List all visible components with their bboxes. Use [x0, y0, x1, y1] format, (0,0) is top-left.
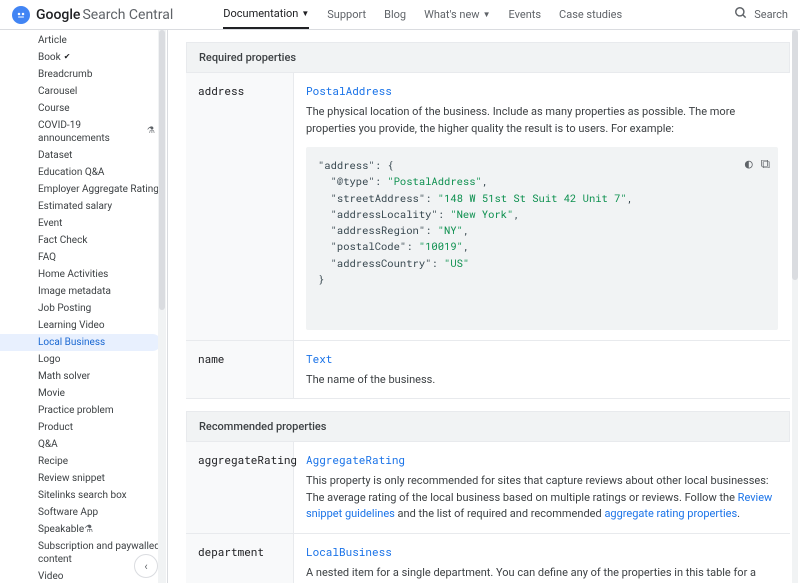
sidebar-item-speakable[interactable]: Speakable ⚗ — [0, 521, 167, 538]
property-name: aggregateRating — [186, 442, 294, 533]
type-link-localbusiness[interactable]: LocalBusiness — [306, 544, 392, 559]
flask-icon: ⚗ — [84, 523, 93, 536]
property-department: department LocalBusiness A nested item f… — [186, 534, 790, 583]
sidebar-item-review-snippet[interactable]: Review snippet — [0, 470, 167, 487]
sidebar-item-math-solver[interactable]: Math solver — [0, 368, 167, 385]
sidebar-item-learning-video[interactable]: Learning Video — [0, 317, 167, 334]
property-body: LocalBusiness A nested item for a single… — [294, 534, 790, 583]
nav-documentation[interactable]: Documentation▼ — [223, 0, 309, 29]
property-body: AggregateRating This property is only re… — [294, 442, 790, 533]
sidebar-item-dataset[interactable]: Dataset — [0, 147, 167, 164]
sidebar-item-sitelinks-search-box[interactable]: Sitelinks search box — [0, 487, 167, 504]
sidebar-item-local-business[interactable]: Local Business — [0, 334, 161, 351]
search-icon — [734, 6, 748, 23]
sidebar-item-estimated-salary[interactable]: Estimated salary — [0, 198, 167, 215]
sidebar-item-job-posting[interactable]: Job Posting — [0, 300, 167, 317]
sidebar-item-employer-aggregate-rating[interactable]: Employer Aggregate Rating — [0, 181, 167, 198]
recommended-properties-header: Recommended properties — [186, 411, 790, 442]
nav-case-studies[interactable]: Case studies — [559, 0, 622, 29]
property-name: name — [186, 341, 294, 399]
sidebar-item-covid-19-announcements[interactable]: COVID-19 announcements⚗ — [0, 117, 167, 147]
type-link-postaladdress[interactable]: PostalAddress — [306, 83, 392, 98]
chevron-down-icon: ▼ — [483, 10, 491, 19]
nav-whats-new[interactable]: What's new▼ — [424, 0, 490, 29]
collapse-sidebar-button[interactable]: ‹ — [134, 554, 158, 578]
property-description: The physical location of the business. I… — [306, 104, 778, 137]
type-link-text[interactable]: Text — [306, 351, 332, 366]
theme-toggle-icon[interactable]: ◐ — [745, 153, 753, 173]
verified-badge-icon: ✔ — [64, 52, 71, 62]
sidebar-item-software-app[interactable]: Software App — [0, 504, 167, 521]
code-example: "address": { "@type": "PostalAddress", "… — [306, 147, 778, 330]
sidebar-item-image-metadata[interactable]: Image metadata — [0, 283, 167, 300]
property-body: PostalAddress The physical location of t… — [294, 73, 790, 340]
search[interactable]: Search — [734, 6, 788, 23]
sidebar-item-book[interactable]: Book✔ — [0, 49, 167, 66]
main-scroll-thumb[interactable] — [792, 30, 798, 280]
main-content: Required properties address PostalAddres… — [168, 30, 800, 583]
property-address: address PostalAddress The physical locat… — [186, 73, 790, 341]
sidebar-item-event[interactable]: Event — [0, 215, 167, 232]
google-robot-icon — [12, 6, 30, 24]
sidebar-scrollbar[interactable] — [158, 30, 166, 583]
copy-icon[interactable]: ⧉ — [761, 153, 770, 173]
primary-nav: Documentation▼ Support Blog What's new▼ … — [223, 0, 622, 29]
nav-support[interactable]: Support — [327, 0, 366, 29]
sidebar-item-recipe[interactable]: Recipe — [0, 453, 167, 470]
type-link-aggregaterating[interactable]: AggregateRating — [306, 452, 405, 467]
sidebar-item-practice-problem[interactable]: Practice problem — [0, 402, 167, 419]
sidebar-item-movie[interactable]: Movie — [0, 385, 167, 402]
logo[interactable]: GoogleSearch Central — [12, 6, 173, 24]
property-name: address — [186, 73, 294, 340]
property-name: department — [186, 534, 294, 583]
sidebar-item-carousel[interactable]: Carousel — [0, 83, 167, 100]
top-header: GoogleSearch Central Documentation▼ Supp… — [0, 0, 800, 30]
sidebar-item-product[interactable]: Product — [0, 419, 167, 436]
sidebar-item-article[interactable]: Article — [0, 32, 167, 49]
property-description: This property is only recommended for si… — [306, 473, 778, 523]
sidebar: ArticleBook✔BreadcrumbCarouselCourseCOVI… — [0, 30, 168, 583]
sidebar-item-education-q-a[interactable]: Education Q&A — [0, 164, 167, 181]
property-description: The name of the business. — [306, 372, 778, 389]
nav-events[interactable]: Events — [508, 0, 541, 29]
required-properties-header: Required properties — [186, 42, 790, 73]
nav-blog[interactable]: Blog — [384, 0, 406, 29]
code-actions: ◐ ⧉ — [745, 153, 770, 173]
sidebar-item-course[interactable]: Course — [0, 100, 167, 117]
property-body: Text The name of the business. — [294, 341, 790, 399]
property-description: A nested item for a single department. Y… — [306, 565, 778, 583]
main-scrollbar[interactable] — [792, 30, 798, 583]
sidebar-item-logo[interactable]: Logo — [0, 351, 167, 368]
sidebar-item-faq[interactable]: FAQ — [0, 249, 167, 266]
aggregate-rating-properties-link[interactable]: aggregate rating properties — [604, 507, 737, 520]
sidebar-item-q-a[interactable]: Q&A — [0, 436, 167, 453]
sidebar-item-fact-check[interactable]: Fact Check — [0, 232, 167, 249]
search-label: Search — [754, 8, 788, 21]
property-name-row: name Text The name of the business. — [186, 341, 790, 400]
sidebar-item-home-activities[interactable]: Home Activities — [0, 266, 167, 283]
sidebar-scroll-thumb[interactable] — [159, 30, 165, 310]
logo-text: GoogleSearch Central — [36, 7, 173, 23]
sidebar-item-breadcrumb[interactable]: Breadcrumb — [0, 66, 167, 83]
property-aggregaterating: aggregateRating AggregateRating This pro… — [186, 442, 790, 534]
chevron-down-icon: ▼ — [301, 9, 309, 18]
